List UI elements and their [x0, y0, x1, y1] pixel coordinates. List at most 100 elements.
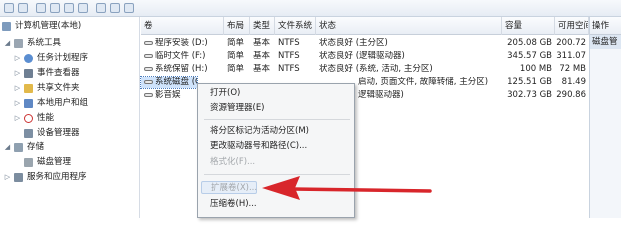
type-cell: 基本: [253, 64, 271, 74]
tree-item-task-scheduler[interactable]: ▷ 任务计划程序: [14, 52, 88, 65]
menu-item-mark-active[interactable]: 将分区标记为活动分区(M): [210, 125, 309, 138]
actions-pane-disk-management[interactable]: 磁盘管: [590, 35, 621, 49]
table-row[interactable]: 系统保留 (H:) 简单 基本 NTFS 状态良好 (系统, 活动, 主分区) …: [141, 64, 589, 75]
context-menu: 打开(O) 资源管理器(E) 将分区标记为活动分区(M) 更改驱动器号和路径(C…: [197, 83, 355, 218]
list-icon[interactable]: [124, 3, 134, 13]
free-space-cell: 81.49: [561, 77, 586, 87]
services-icon: [14, 173, 23, 182]
tree-item-local-users-groups[interactable]: ▷ 本地用户和组: [14, 97, 88, 110]
clock-icon: [24, 54, 33, 63]
tree-item-disk-management[interactable]: 磁盘管理: [24, 156, 71, 169]
tree-item-label: 事件查看器: [37, 68, 80, 78]
expand-icon[interactable]: ▷: [14, 52, 21, 65]
tree-item-label: 任务计划程序: [37, 53, 89, 63]
disk-icon[interactable]: [96, 3, 106, 13]
actions-pane: 操作 磁盘管: [589, 17, 621, 218]
volume-name: 临时文件 (F:): [155, 51, 206, 61]
column-header-status[interactable]: 状态: [316, 17, 502, 35]
expand-icon[interactable]: ▷: [14, 97, 21, 110]
tools-icon: [14, 39, 23, 48]
volume-name: 程序安装 (D:): [155, 38, 208, 48]
menu-item-format[interactable]: 格式化(F)...: [210, 156, 255, 169]
column-header-filesystem[interactable]: 文件系统: [275, 17, 316, 35]
expand-icon[interactable]: ▷: [4, 171, 11, 184]
filesystem-cell: NTFS: [278, 38, 300, 48]
tree-item-event-viewer[interactable]: ▷ 事件查看器: [14, 67, 80, 80]
column-header-volume[interactable]: 卷: [141, 17, 224, 35]
menu-separator: [204, 174, 350, 175]
column-header-type[interactable]: 类型: [250, 17, 275, 35]
tree-item-label: 本地用户和组: [37, 98, 89, 108]
tree-item-label: 服务和应用程序: [27, 172, 87, 182]
table-row[interactable]: 程序安装 (D:) 简单 基本 NTFS 状态良好 (主分区) 205.08 G…: [141, 38, 589, 49]
event-viewer-icon: [24, 69, 33, 78]
device-manager-icon: [24, 129, 33, 138]
column-header-layout[interactable]: 布局: [224, 17, 250, 35]
volume-icon: [144, 40, 153, 45]
status-cell: 启动, 页面文件, 故障转储, 主分区): [358, 77, 489, 87]
actions-pane-title: 操作: [590, 17, 621, 35]
tree-item-label: 设备管理器: [37, 128, 80, 138]
capacity-cell: 302.73 GB: [507, 90, 552, 100]
view-icon[interactable]: [78, 3, 88, 13]
tree-item-label: 存储: [27, 142, 45, 152]
tree-item-label: 计算机管理(本地): [15, 21, 82, 31]
tree-item-device-manager[interactable]: 设备管理器: [24, 127, 80, 140]
tree-item-services-applications[interactable]: ▷ 服务和应用程序: [4, 171, 87, 184]
menu-item-extend-volume[interactable]: 扩展卷(X)...: [201, 181, 257, 194]
free-space-cell: 290.86: [556, 90, 586, 100]
menu-item-open[interactable]: 打开(O): [210, 87, 240, 100]
disk-management-icon: [24, 158, 33, 167]
menu-item-shrink-volume[interactable]: 压缩卷(H)...: [210, 198, 257, 211]
type-cell: 基本: [253, 51, 271, 61]
filesystem-cell: NTFS: [278, 51, 300, 61]
forward-icon[interactable]: [18, 3, 28, 13]
collapse-icon[interactable]: ◢: [4, 37, 11, 50]
volume-icon: [144, 53, 153, 58]
layout-cell: 简单: [227, 38, 245, 48]
column-header-capacity[interactable]: 容量: [502, 17, 555, 35]
status-cell: 状态良好 (系统, 活动, 主分区): [319, 64, 433, 74]
table-row[interactable]: 临时文件 (F:) 简单 基本 NTFS 状态良好 (逻辑驱动器) 345.57…: [141, 51, 589, 62]
back-icon[interactable]: [4, 3, 14, 13]
tree-item-label: 共享文件夹: [37, 83, 80, 93]
help-icon[interactable]: [64, 3, 74, 13]
volume-name: 系统磁盘 (C:): [155, 77, 197, 87]
expand-icon[interactable]: ▷: [14, 112, 21, 125]
volume-icon: [144, 92, 153, 97]
column-header-row: 卷 布局 类型 文件系统 状态 容量 可用空间: [141, 17, 589, 35]
tree-item-shared-folders[interactable]: ▷ 共享文件夹: [14, 82, 80, 95]
tree-item-storage[interactable]: ◢ 存储: [4, 141, 44, 154]
volume-name: 系统保留 (H:): [155, 64, 208, 74]
properties-icon[interactable]: [50, 3, 60, 13]
shared-folder-icon: [24, 84, 33, 93]
free-space-cell: 200.72: [556, 38, 586, 48]
toolbar: [0, 0, 621, 17]
collapse-icon[interactable]: ◢: [4, 141, 11, 154]
free-space-cell: 72 MB: [559, 64, 586, 74]
filesystem-cell: NTFS: [278, 64, 300, 74]
layout-cell: 简单: [227, 64, 245, 74]
layout-cell: 简单: [227, 51, 245, 61]
tree-item-computer-management[interactable]: 计算机管理(本地): [2, 20, 81, 33]
menu-item-explorer[interactable]: 资源管理器(E): [210, 102, 265, 115]
tree-item-performance[interactable]: ▷ 性能: [14, 112, 54, 125]
type-cell: 基本: [253, 38, 271, 48]
capacity-cell: 125.51 GB: [507, 77, 552, 87]
tree-item-label: 性能: [37, 113, 55, 123]
column-header-free-space[interactable]: 可用空间: [555, 17, 589, 35]
expand-icon[interactable]: ▷: [14, 82, 21, 95]
key-icon[interactable]: [110, 3, 120, 13]
status-cell: 逻辑驱动器): [358, 90, 404, 100]
free-space-cell: 311.07: [556, 51, 586, 61]
status-cell: 状态良好 (逻辑驱动器): [319, 51, 405, 61]
volume-name: 影音娱: [155, 90, 181, 100]
capacity-cell: 100 MB: [519, 64, 552, 74]
performance-icon: [24, 114, 33, 123]
tree-item-system-tools[interactable]: ◢ 系统工具: [4, 37, 61, 50]
capacity-cell: 345.57 GB: [507, 51, 552, 61]
menu-item-change-drive-letter[interactable]: 更改驱动器号和路径(C)...: [210, 140, 307, 153]
up-folder-icon[interactable]: [36, 3, 46, 13]
expand-icon[interactable]: ▷: [14, 67, 21, 80]
navigation-tree: 计算机管理(本地) ◢ 系统工具 ▷ 任务计划程序 ▷ 事件查看器 ▷ 共享文件…: [0, 17, 140, 218]
